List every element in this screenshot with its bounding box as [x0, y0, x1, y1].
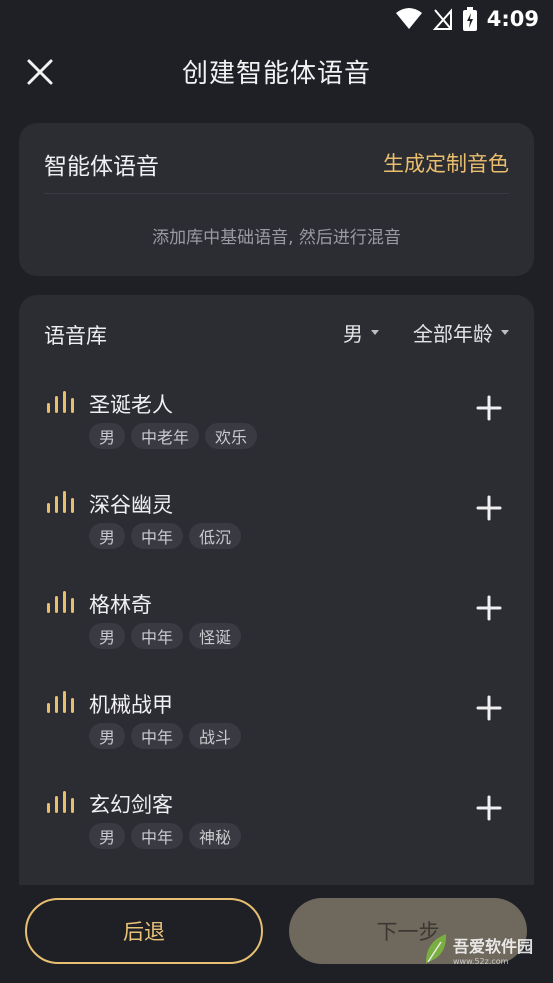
voice-list-item[interactable]: 玄幻剑客 男 中年 神秘 [19, 787, 534, 867]
page-title: 创建智能体语音 [181, 59, 371, 89]
status-icons: 4:09 [395, 6, 539, 32]
voice-name: 机械战甲 [89, 693, 173, 717]
voice-tags: 男 中年 战斗 [89, 723, 242, 749]
voice-library-title: 语音库 [44, 324, 107, 348]
tag: 男 [89, 723, 126, 749]
sound-wave-icon [47, 691, 74, 713]
divider [44, 193, 509, 194]
leaf-logo-icon [425, 934, 447, 964]
voice-name: 圣诞老人 [89, 393, 173, 417]
voice-list-item[interactable]: 机械战甲 男 中年 战斗 [19, 687, 534, 767]
voice-name: 格林奇 [89, 593, 152, 617]
add-voice-button[interactable] [474, 593, 504, 623]
header: 创建智能体语音 [0, 40, 553, 102]
tag: 男 [89, 523, 126, 549]
sound-wave-icon [47, 391, 74, 413]
generate-custom-voice-button[interactable]: 生成定制音色 [383, 148, 509, 178]
tag: 男 [89, 423, 126, 449]
sound-wave-icon [47, 791, 74, 813]
voice-list-item[interactable]: 圣诞老人 男 中老年 欢乐 [19, 387, 534, 467]
tag: 中年 [131, 523, 184, 549]
voice-tags: 男 中年 怪诞 [89, 623, 242, 649]
tag: 低沉 [189, 523, 242, 549]
age-filter-dropdown[interactable]: 全部年龄 [413, 318, 509, 347]
tag: 神秘 [189, 823, 242, 849]
voice-list-item[interactable]: 格林奇 男 中年 怪诞 [19, 587, 534, 667]
gender-filter-dropdown[interactable]: 男 [343, 318, 379, 347]
tag: 中老年 [131, 423, 200, 449]
voice-name: 玄幻剑客 [89, 793, 173, 817]
wifi-icon [395, 8, 422, 29]
voice-tags: 男 中年 神秘 [89, 823, 242, 849]
tag: 战斗 [189, 723, 242, 749]
voice-name: 深谷幽灵 [89, 493, 173, 517]
agent-voice-title: 智能体语音 [44, 154, 159, 180]
watermark-url: www.52z.com [453, 956, 509, 966]
voice-tags: 男 中老年 欢乐 [89, 423, 258, 449]
voice-list-item[interactable]: 深谷幽灵 男 中年 低沉 [19, 487, 534, 567]
voice-tags: 男 中年 低沉 [89, 523, 242, 549]
sound-wave-icon [47, 591, 74, 613]
sound-wave-icon [47, 491, 74, 513]
tag: 中年 [131, 823, 184, 849]
tag: 怪诞 [189, 623, 242, 649]
tag: 中年 [131, 723, 184, 749]
gender-filter-value: 男 [343, 322, 363, 346]
caret-down-icon [371, 330, 379, 335]
add-voice-button[interactable] [474, 493, 504, 523]
battery-charging-icon [462, 7, 477, 31]
watermark-text-block: 吾爱软件园 www.52z.com [453, 933, 533, 966]
tag: 男 [89, 623, 126, 649]
status-time: 4:09 [486, 7, 539, 31]
add-voice-button[interactable] [474, 793, 504, 823]
mix-hint: 添加库中基础语音, 然后进行混音 [152, 228, 401, 248]
watermark-text: 吾爱软件园 [453, 936, 534, 956]
watermark: 吾爱软件园 www.52z.com [423, 927, 543, 971]
tag: 男 [89, 823, 126, 849]
status-bar: 4:09 [0, 0, 553, 40]
tag: 欢乐 [205, 423, 258, 449]
caret-down-icon [501, 330, 509, 335]
tag: 中年 [131, 623, 184, 649]
agent-voice-card: 智能体语音 生成定制音色 添加库中基础语音, 然后进行混音 [19, 123, 534, 276]
back-button[interactable]: 后退 [25, 898, 263, 964]
age-filter-value: 全部年龄 [413, 322, 493, 346]
add-voice-button[interactable] [474, 393, 504, 423]
no-signal-icon [432, 8, 452, 30]
add-voice-button[interactable] [474, 693, 504, 723]
voice-library-card: 语音库 男 全部年龄 圣诞老人 男 中老年 欢乐 深谷幽灵 男 中年 低沉 格林… [19, 295, 534, 885]
